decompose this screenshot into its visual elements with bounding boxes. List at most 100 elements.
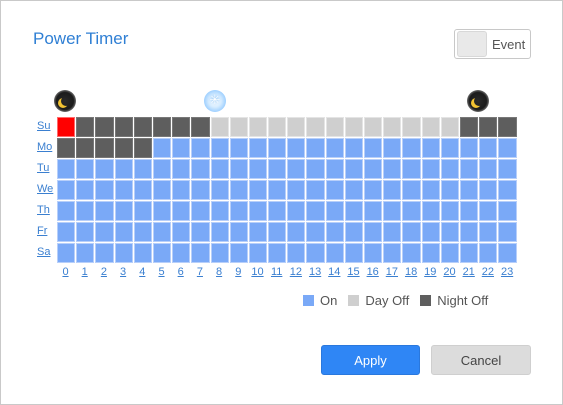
schedule-cell[interactable] xyxy=(459,222,479,242)
schedule-cell[interactable] xyxy=(364,159,383,179)
schedule-cell[interactable] xyxy=(440,180,459,200)
schedule-cell[interactable] xyxy=(248,180,268,200)
day-label-we[interactable]: We xyxy=(37,183,53,195)
schedule-cell[interactable] xyxy=(210,201,229,221)
schedule-cell[interactable] xyxy=(383,180,402,200)
schedule-cell[interactable] xyxy=(268,159,287,179)
schedule-cell[interactable] xyxy=(479,159,498,179)
schedule-cell[interactable] xyxy=(191,201,210,221)
schedule-cell[interactable] xyxy=(248,201,268,221)
hour-label-1[interactable]: 1 xyxy=(75,266,94,278)
schedule-cell[interactable] xyxy=(459,243,479,263)
schedule-cell[interactable] xyxy=(133,180,152,200)
schedule-cell[interactable] xyxy=(152,159,172,179)
schedule-cell[interactable] xyxy=(191,138,210,158)
hour-label-19[interactable]: 19 xyxy=(421,266,440,278)
hour-label-12[interactable]: 12 xyxy=(286,266,305,278)
schedule-cell[interactable] xyxy=(210,138,229,158)
schedule-cell[interactable] xyxy=(479,117,498,137)
schedule-cell[interactable] xyxy=(383,117,402,137)
schedule-cell[interactable] xyxy=(344,159,363,179)
schedule-cell[interactable] xyxy=(325,222,344,242)
schedule-cell[interactable] xyxy=(402,243,421,263)
schedule-cell[interactable] xyxy=(133,201,152,221)
schedule-cell[interactable] xyxy=(383,159,402,179)
schedule-cell[interactable] xyxy=(402,180,421,200)
schedule-cell[interactable] xyxy=(498,117,517,137)
schedule-cell[interactable] xyxy=(459,138,479,158)
schedule-cell[interactable] xyxy=(95,180,114,200)
schedule-cell[interactable] xyxy=(191,180,210,200)
schedule-cell[interactable] xyxy=(210,180,229,200)
schedule-cell[interactable] xyxy=(114,243,133,263)
schedule-cell[interactable] xyxy=(114,222,133,242)
hour-label-21[interactable]: 21 xyxy=(459,266,478,278)
schedule-cell[interactable] xyxy=(57,159,76,179)
schedule-cell[interactable] xyxy=(152,180,172,200)
schedule-cell[interactable] xyxy=(421,201,440,221)
schedule-cell[interactable] xyxy=(421,159,440,179)
schedule-cell[interactable] xyxy=(114,180,133,200)
schedule-cell[interactable] xyxy=(76,243,95,263)
hour-label-4[interactable]: 4 xyxy=(133,266,152,278)
schedule-cell[interactable] xyxy=(57,222,76,242)
apply-button[interactable]: Apply xyxy=(321,345,420,375)
day-label-tu[interactable]: Tu xyxy=(37,162,49,174)
schedule-cell[interactable] xyxy=(57,138,76,158)
cancel-button[interactable]: Cancel xyxy=(431,345,531,375)
schedule-cell[interactable] xyxy=(498,222,517,242)
schedule-cell[interactable] xyxy=(325,138,344,158)
hour-label-23[interactable]: 23 xyxy=(498,266,517,278)
day-label-mo[interactable]: Mo xyxy=(37,141,52,153)
schedule-cell[interactable] xyxy=(210,243,229,263)
schedule-cell[interactable] xyxy=(421,180,440,200)
schedule-cell[interactable] xyxy=(498,201,517,221)
hour-label-13[interactable]: 13 xyxy=(306,266,325,278)
schedule-cell[interactable] xyxy=(229,222,248,242)
schedule-cell[interactable] xyxy=(172,159,191,179)
schedule-cell[interactable] xyxy=(479,180,498,200)
hour-label-10[interactable]: 10 xyxy=(248,266,267,278)
schedule-cell[interactable] xyxy=(95,201,114,221)
schedule-cell[interactable] xyxy=(248,117,268,137)
schedule-cell[interactable] xyxy=(440,138,459,158)
schedule-cell[interactable] xyxy=(459,201,479,221)
schedule-cell[interactable] xyxy=(76,201,95,221)
schedule-cell[interactable] xyxy=(229,117,248,137)
schedule-cell[interactable] xyxy=(133,159,152,179)
schedule-cell[interactable] xyxy=(152,222,172,242)
schedule-cell[interactable] xyxy=(229,159,248,179)
hour-label-0[interactable]: 0 xyxy=(56,266,75,278)
schedule-cell[interactable] xyxy=(133,222,152,242)
schedule-cell[interactable] xyxy=(268,138,287,158)
schedule-cell[interactable] xyxy=(287,222,306,242)
schedule-cell[interactable] xyxy=(306,222,325,242)
schedule-cell[interactable] xyxy=(229,243,248,263)
schedule-cell[interactable] xyxy=(459,159,479,179)
schedule-cell[interactable] xyxy=(440,201,459,221)
schedule-cell[interactable] xyxy=(383,138,402,158)
schedule-cell[interactable] xyxy=(287,138,306,158)
hour-label-6[interactable]: 6 xyxy=(171,266,190,278)
schedule-cell[interactable] xyxy=(306,180,325,200)
schedule-cell[interactable] xyxy=(152,243,172,263)
hour-label-16[interactable]: 16 xyxy=(363,266,382,278)
schedule-cell[interactable] xyxy=(344,138,363,158)
schedule-cell[interactable] xyxy=(421,117,440,137)
schedule-cell[interactable] xyxy=(344,201,363,221)
schedule-cell[interactable] xyxy=(306,159,325,179)
schedule-cell[interactable] xyxy=(172,117,191,137)
schedule-cell[interactable] xyxy=(57,243,76,263)
schedule-cell[interactable] xyxy=(325,243,344,263)
schedule-cell[interactable] xyxy=(172,180,191,200)
schedule-cell[interactable] xyxy=(479,243,498,263)
schedule-cell[interactable] xyxy=(325,117,344,137)
schedule-cell[interactable] xyxy=(459,117,479,137)
schedule-cell[interactable] xyxy=(152,117,172,137)
schedule-cell[interactable] xyxy=(498,138,517,158)
schedule-cell[interactable] xyxy=(306,201,325,221)
schedule-cell[interactable] xyxy=(133,138,152,158)
schedule-cell[interactable] xyxy=(95,243,114,263)
schedule-cell[interactable] xyxy=(498,159,517,179)
schedule-cell[interactable] xyxy=(344,243,363,263)
